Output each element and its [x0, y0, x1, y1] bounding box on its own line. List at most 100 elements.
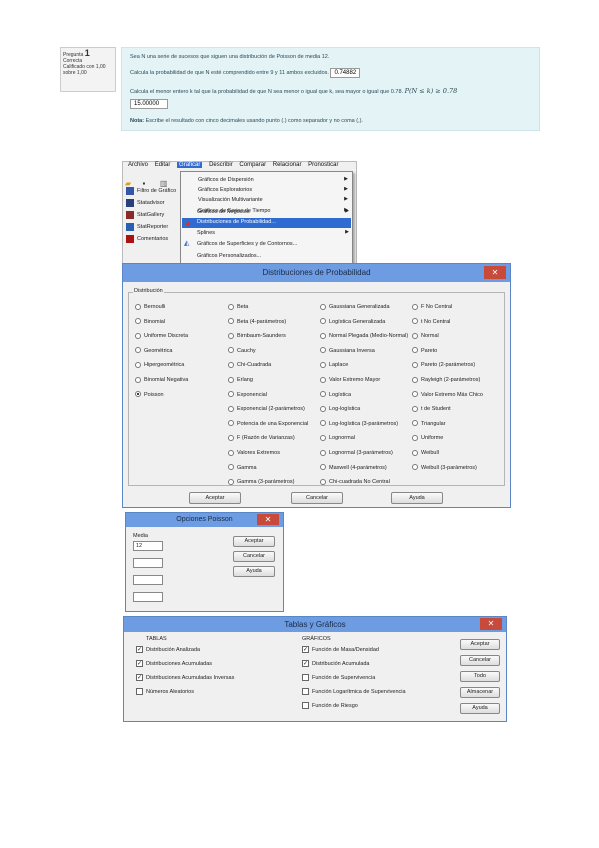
param-field-4[interactable]: [133, 592, 163, 602]
radio-icon: [320, 405, 326, 412]
distribution-option[interactable]: Cauchy: [228, 347, 256, 355]
distribution-option[interactable]: Logística Generalizada: [320, 318, 385, 326]
distribution-option[interactable]: Gamma: [228, 464, 257, 472]
distribution-option[interactable]: Pareto (2-parámetros): [412, 361, 475, 369]
checkbox-option[interactable]: Función Logarítmica de Supervivencia: [302, 688, 406, 696]
menu-pronosticar[interactable]: Pronosticar: [308, 162, 338, 168]
checkbox-label: Números Aleatorios: [146, 689, 194, 695]
answer-1-field[interactable]: 0.74882: [330, 68, 361, 78]
checkbox-option[interactable]: Función de Supervivencia: [302, 674, 375, 682]
radio-icon: [228, 332, 234, 339]
store-button[interactable]: Almacenar: [460, 687, 500, 698]
checkbox-option[interactable]: ✓ Distribución Acumulada: [302, 660, 369, 668]
close-icon[interactable]: ✕: [257, 514, 279, 525]
distribution-option[interactable]: Bernoulli: [135, 303, 165, 311]
distribution-option[interactable]: Pareto: [412, 347, 437, 355]
checkbox-option[interactable]: ✓ Función de Masa/Densidad: [302, 646, 379, 654]
checkbox-option[interactable]: ✓ Distribuciones Acumuladas: [136, 660, 212, 668]
distribution-option[interactable]: F (Razón de Varianzas): [228, 434, 295, 442]
distribution-option[interactable]: Triangular: [412, 420, 446, 428]
distribution-option[interactable]: Uniforme Discreta: [135, 332, 188, 340]
menu-describir[interactable]: Describir: [209, 162, 233, 168]
distribution-option[interactable]: Rayleigh (2-parámetros): [412, 376, 480, 384]
menu-item-splines[interactable]: Splines: [197, 228, 215, 238]
distribution-option[interactable]: Chi-Cuadrada: [228, 361, 271, 369]
menu-archivo[interactable]: Archivo: [128, 162, 148, 168]
menu-item-negocios[interactable]: Gráficos de Negocios: [197, 207, 250, 217]
help-button[interactable]: Ayuda: [460, 703, 500, 714]
distribution-option[interactable]: Binomial: [135, 318, 165, 326]
distribution-option[interactable]: F No Central: [412, 303, 452, 311]
gallery-icon: [126, 210, 134, 219]
side-item-statadvisor[interactable]: Statadvisor: [126, 197, 176, 209]
distribution-option[interactable]: Log-logística (3-parámetros): [320, 420, 398, 428]
checkbox-option[interactable]: Función de Riesgo: [302, 702, 358, 710]
distribution-option[interactable]: Valor Extremo Más Chico: [412, 391, 483, 399]
distribution-option[interactable]: Erlang: [228, 376, 253, 384]
distribution-option[interactable]: Gamma (3-parámetros): [228, 478, 294, 486]
menu-editar[interactable]: Editar: [155, 162, 171, 168]
close-icon[interactable]: ✕: [484, 266, 506, 279]
distribution-option[interactable]: Uniforme: [412, 434, 443, 442]
mean-field[interactable]: 12: [133, 541, 163, 551]
distribution-option[interactable]: Potencia de una Exponencial: [228, 420, 308, 428]
distribution-option[interactable]: t No Central: [412, 318, 450, 326]
distribution-option[interactable]: Chi-cuadrada No Central: [320, 478, 390, 486]
all-button[interactable]: Todo: [460, 671, 500, 682]
close-icon[interactable]: ✕: [480, 618, 502, 630]
distribution-option[interactable]: Gaussiana Generalizada: [320, 303, 390, 311]
side-item-statgallery[interactable]: StatGallery: [126, 209, 176, 221]
distribution-option[interactable]: Binomial Negativa: [135, 376, 188, 384]
poisson-options-dialog: Opciones Poisson ✕ Media 12 Aceptar Canc…: [125, 512, 284, 612]
side-item-statreporter[interactable]: StatReporter: [126, 221, 176, 233]
distribution-option[interactable]: Valores Extremos: [228, 449, 280, 457]
help-button[interactable]: Ayuda: [391, 492, 443, 504]
distribution-option[interactable]: Weibull (3-parámetros): [412, 464, 477, 472]
menu-item-personalizados[interactable]: Gráficos Personalizados...: [197, 251, 261, 261]
distribution-option[interactable]: Valor Extremo Mayor: [320, 376, 380, 384]
side-item-comments[interactable]: Comentarios: [126, 233, 176, 245]
side-item-filter[interactable]: Filtro de Gráfico: [126, 185, 176, 197]
distribution-option[interactable]: Gaussiana Inversa: [320, 347, 375, 355]
distribution-label: Binomial Negativa: [144, 377, 189, 383]
distribution-option[interactable]: Log-logística: [320, 405, 360, 413]
checkbox-option[interactable]: ✓ Distribución Analizada: [136, 646, 200, 654]
distribution-option[interactable]: t de Student: [412, 405, 451, 413]
accept-button[interactable]: Aceptar: [189, 492, 241, 504]
distribution-option[interactable]: Logística: [320, 391, 351, 399]
cancel-button[interactable]: Cancelar: [233, 551, 275, 562]
menu-item-distribuciones[interactable]: Distribuciones de Probabilidad...: [197, 217, 276, 227]
distribution-option[interactable]: Weibull: [412, 449, 439, 457]
radio-icon: [412, 434, 418, 441]
distribution-option[interactable]: Geométrica: [135, 347, 172, 355]
distribution-option[interactable]: Poisson: [135, 391, 164, 399]
menu-relacionar[interactable]: Relacionar: [273, 162, 302, 168]
param-field-2[interactable]: [133, 558, 163, 568]
param-field-3[interactable]: [133, 575, 163, 585]
distribution-option[interactable]: Exponencial (2-parámetros): [228, 405, 305, 413]
distribution-option[interactable]: Hipergeométrica: [135, 361, 184, 369]
answer-2-field[interactable]: 15.00000: [130, 99, 168, 109]
distribution-option[interactable]: Beta (4-parámetros): [228, 318, 286, 326]
radio-icon: [228, 391, 234, 398]
menu-graficar[interactable]: Graficar: [177, 162, 203, 168]
distribution-option[interactable]: Normal: [412, 332, 439, 340]
radio-icon: [412, 332, 418, 339]
accept-button[interactable]: Aceptar: [460, 639, 500, 650]
menu-item-superficies[interactable]: Gráficos de Superficies y de Contornos..…: [197, 239, 297, 249]
distribution-option[interactable]: Laplace: [320, 361, 348, 369]
distribution-option[interactable]: Normal Plegada (Medio-Normal): [320, 332, 408, 340]
cancel-button[interactable]: Cancelar: [291, 492, 343, 504]
checkbox-option[interactable]: ✓ Distribuciones Acumuladas Inversas: [136, 674, 234, 682]
help-button[interactable]: Ayuda: [233, 566, 275, 577]
distribution-option[interactable]: Lognormal (3-parámetros): [320, 449, 393, 457]
distribution-option[interactable]: Birnbaum-Saunders: [228, 332, 286, 340]
distribution-option[interactable]: Lognormal: [320, 434, 355, 442]
distribution-option[interactable]: Maxwell (4-parámetros): [320, 464, 387, 472]
cancel-button[interactable]: Cancelar: [460, 655, 500, 666]
accept-button[interactable]: Aceptar: [233, 536, 275, 547]
menu-comparar[interactable]: Comparar: [239, 162, 266, 168]
distribution-option[interactable]: Exponencial: [228, 391, 267, 399]
checkbox-option[interactable]: Números Aleatorios: [136, 688, 194, 696]
distribution-option[interactable]: Beta: [228, 303, 248, 311]
